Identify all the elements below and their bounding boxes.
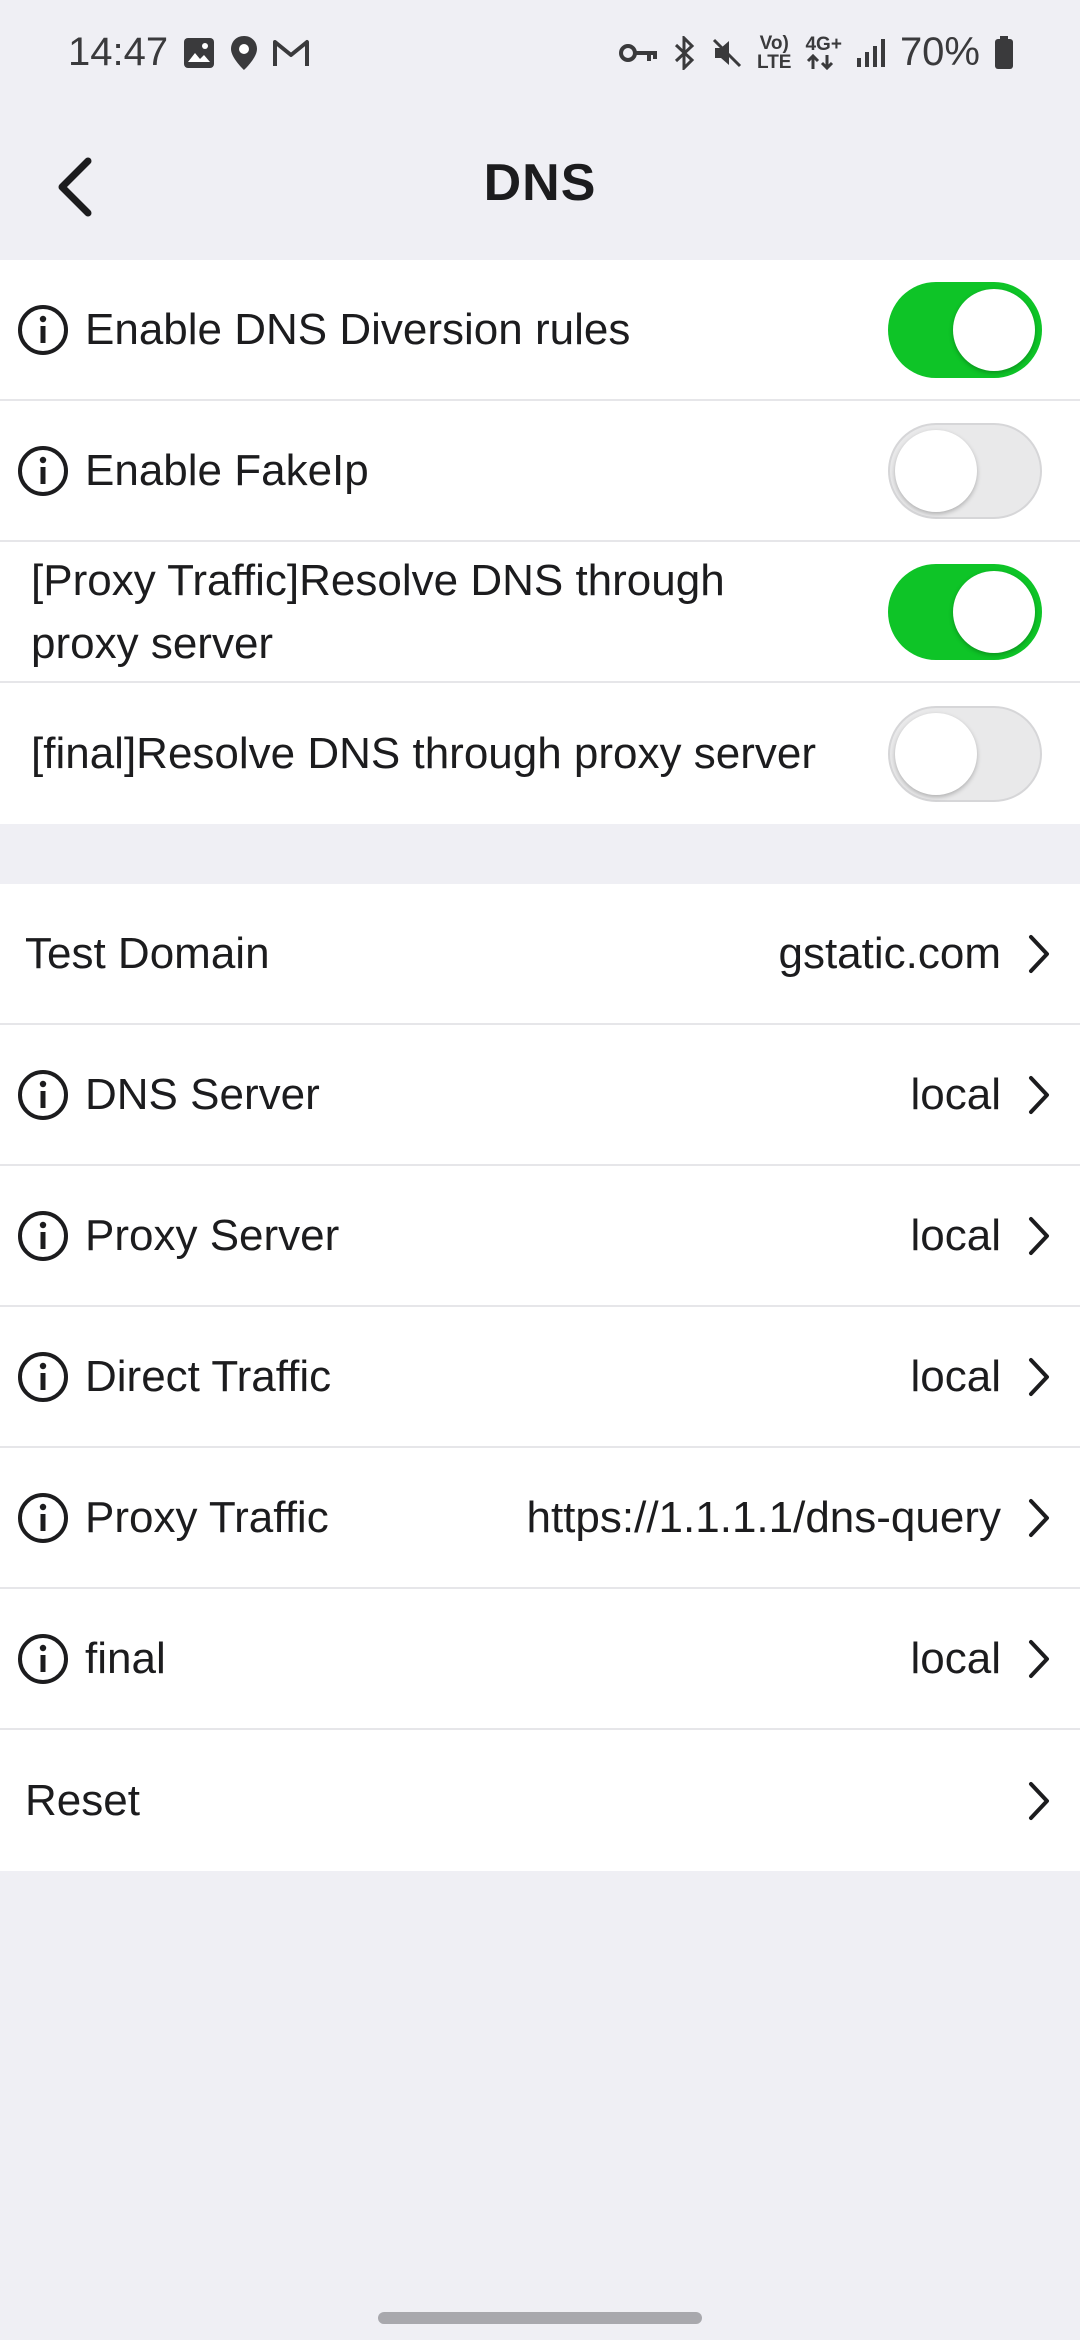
volte-icon: Vo) LTE xyxy=(757,34,791,72)
fakeip-toggle[interactable] xyxy=(888,422,1042,519)
info-icon[interactable] xyxy=(16,303,70,357)
setting-label: Reset xyxy=(25,1775,140,1825)
dns-settings-group: Test Domain gstatic.com DNS Server local… xyxy=(0,884,1080,1871)
setting-label: Direct Traffic xyxy=(85,1351,332,1401)
chevron-right-icon xyxy=(1029,1498,1049,1537)
gmail-icon xyxy=(272,38,310,68)
network-type-label: 4G+ xyxy=(805,34,842,55)
setting-value: local xyxy=(910,1633,1002,1683)
image-icon xyxy=(182,36,216,70)
setting-row-reset[interactable]: Reset xyxy=(0,1730,1080,1871)
home-indicator[interactable] xyxy=(378,2312,702,2324)
status-bar-right: Vo) LTE 4G+ 70% xyxy=(619,30,1014,75)
volte-line2: LTE xyxy=(757,51,792,73)
setting-value: local xyxy=(910,1351,1002,1401)
battery-icon xyxy=(994,35,1014,70)
page-title: DNS xyxy=(483,153,597,212)
info-icon[interactable] xyxy=(16,1209,70,1263)
setting-value: local xyxy=(910,1069,1002,1119)
volte-line1: Vo) xyxy=(759,32,789,54)
toggle-knob xyxy=(895,429,977,512)
back-button[interactable] xyxy=(50,153,110,223)
setting-row-test-domain[interactable]: Test Domain gstatic.com xyxy=(0,884,1080,1025)
toggle-label: Enable FakeIp xyxy=(85,445,369,495)
location-icon xyxy=(230,35,258,71)
chevron-right-icon xyxy=(1029,1357,1049,1396)
status-time: 14:47 xyxy=(68,30,169,74)
info-icon[interactable] xyxy=(16,444,70,498)
info-icon[interactable] xyxy=(16,1350,70,1404)
toggle-row-fakeip: Enable FakeIp xyxy=(0,401,1080,542)
toggle-knob xyxy=(953,288,1035,371)
toggle-knob xyxy=(895,712,977,795)
4g-data-icon: 4G+ xyxy=(805,34,842,70)
chevron-left-icon xyxy=(58,157,92,217)
setting-row-proxy-server[interactable]: Proxy Server local xyxy=(0,1166,1080,1307)
final-dns-toggle[interactable] xyxy=(888,705,1042,802)
toggle-settings-group: Enable DNS Diversion rules Enable FakeIp… xyxy=(0,260,1080,824)
info-icon[interactable] xyxy=(16,1068,70,1122)
setting-label: Proxy Server xyxy=(85,1210,340,1260)
setting-row-dns-server[interactable]: DNS Server local xyxy=(0,1025,1080,1166)
navigation-bar: DNS xyxy=(0,105,1080,260)
toggle-label: [final]Resolve DNS through proxy server xyxy=(31,729,816,778)
dns-diversion-toggle[interactable] xyxy=(888,281,1042,378)
toggle-knob xyxy=(953,570,1035,653)
info-icon[interactable] xyxy=(16,1632,70,1686)
mute-icon xyxy=(711,37,743,69)
chevron-right-icon xyxy=(1029,934,1049,973)
bluetooth-icon xyxy=(673,35,697,70)
toggle-label: Enable DNS Diversion rules xyxy=(85,304,631,354)
chevron-right-icon xyxy=(1029,1216,1049,1255)
vpn-key-icon xyxy=(619,41,659,65)
battery-percent: 70% xyxy=(899,30,980,74)
setting-label: final xyxy=(85,1633,166,1683)
info-icon[interactable] xyxy=(16,1491,70,1545)
toggle-row-proxy-traffic-dns: [Proxy Traffic]Resolve DNS through proxy… xyxy=(0,542,1080,683)
status-bar: 14:47 Vo) LTE 4G+ 70% xyxy=(0,0,1080,105)
setting-value: local xyxy=(910,1210,1002,1260)
setting-row-final[interactable]: final local xyxy=(0,1589,1080,1730)
toggle-row-dns-diversion: Enable DNS Diversion rules xyxy=(0,260,1080,401)
setting-row-direct-traffic[interactable]: Direct Traffic local xyxy=(0,1307,1080,1448)
signal-icon xyxy=(856,38,886,68)
chevron-right-icon xyxy=(1029,1781,1049,1820)
status-bar-left: 14:47 xyxy=(68,30,310,75)
chevron-right-icon xyxy=(1029,1639,1049,1678)
setting-label: Test Domain xyxy=(25,928,270,978)
setting-value: https://1.1.1.1/dns-query xyxy=(526,1492,1001,1542)
setting-label: Proxy Traffic xyxy=(85,1492,329,1542)
setting-row-proxy-traffic[interactable]: Proxy Traffic https://1.1.1.1/dns-query xyxy=(0,1448,1080,1589)
setting-label: DNS Server xyxy=(85,1069,320,1119)
proxy-traffic-dns-toggle[interactable] xyxy=(888,563,1042,660)
chevron-right-icon xyxy=(1029,1075,1049,1114)
toggle-label: [Proxy Traffic]Resolve DNS through proxy… xyxy=(31,555,725,668)
setting-value: gstatic.com xyxy=(778,928,1001,978)
toggle-row-final-dns: [final]Resolve DNS through proxy server xyxy=(0,683,1080,824)
